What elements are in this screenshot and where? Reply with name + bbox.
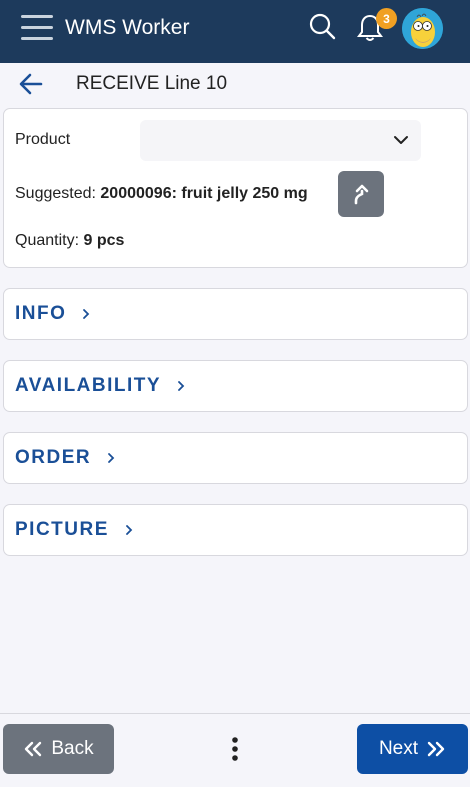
double-chevron-right-icon bbox=[427, 741, 445, 757]
app-title: WMS Worker bbox=[65, 16, 190, 39]
chevron-right-icon bbox=[108, 453, 115, 463]
back-button-label: Back bbox=[51, 738, 94, 759]
double-chevron-left-icon bbox=[25, 741, 42, 757]
back-button[interactable]: Back bbox=[3, 724, 114, 774]
bottom-action-bar: Back Next bbox=[0, 713, 470, 787]
hamburger-menu-icon[interactable] bbox=[21, 15, 53, 41]
user-avatar-icon bbox=[402, 8, 443, 49]
product-card: Product Suggested: 20000096: fruit jelly… bbox=[3, 108, 468, 268]
avatar[interactable] bbox=[402, 8, 443, 49]
section-availability[interactable]: AVAILABILITY bbox=[3, 360, 468, 412]
quantity-text: Quantity: 9 pcs bbox=[15, 232, 124, 250]
section-info[interactable]: INFO bbox=[3, 288, 468, 340]
suggested-label: Suggested: bbox=[15, 185, 96, 202]
suggested-text: Suggested: 20000096: fruit jelly 250 mg bbox=[15, 185, 308, 203]
section-picture[interactable]: PICTURE bbox=[3, 504, 468, 556]
back-arrow-icon[interactable] bbox=[18, 71, 44, 97]
section-order[interactable]: ORDER bbox=[3, 432, 468, 484]
search-icon[interactable] bbox=[308, 12, 336, 40]
quantity-label: Quantity: bbox=[15, 232, 80, 249]
chevron-right-icon bbox=[177, 381, 184, 391]
notification-badge: 3 bbox=[376, 8, 397, 29]
suggested-value: 20000096: fruit jelly 250 mg bbox=[100, 185, 308, 202]
chevron-right-icon bbox=[83, 309, 90, 319]
section-picture-label: PICTURE bbox=[15, 519, 109, 540]
chevron-down-icon bbox=[394, 136, 408, 144]
quantity-value: 9 pcs bbox=[83, 232, 125, 249]
section-info-label: INFO bbox=[15, 303, 67, 324]
chevron-right-icon bbox=[125, 525, 132, 535]
next-button[interactable]: Next bbox=[357, 724, 468, 774]
more-options-icon[interactable] bbox=[224, 736, 246, 766]
product-label: Product bbox=[15, 131, 71, 148]
product-select[interactable] bbox=[140, 120, 421, 161]
next-button-label: Next bbox=[378, 738, 419, 759]
arrow-turn-up-icon bbox=[354, 184, 369, 205]
page-title: RECEIVE Line 10 bbox=[76, 73, 228, 94]
app-header: WMS Worker 3 bbox=[0, 0, 470, 63]
section-availability-label: AVAILABILITY bbox=[15, 375, 161, 396]
use-suggested-button[interactable] bbox=[338, 171, 384, 217]
section-order-label: ORDER bbox=[15, 447, 92, 468]
